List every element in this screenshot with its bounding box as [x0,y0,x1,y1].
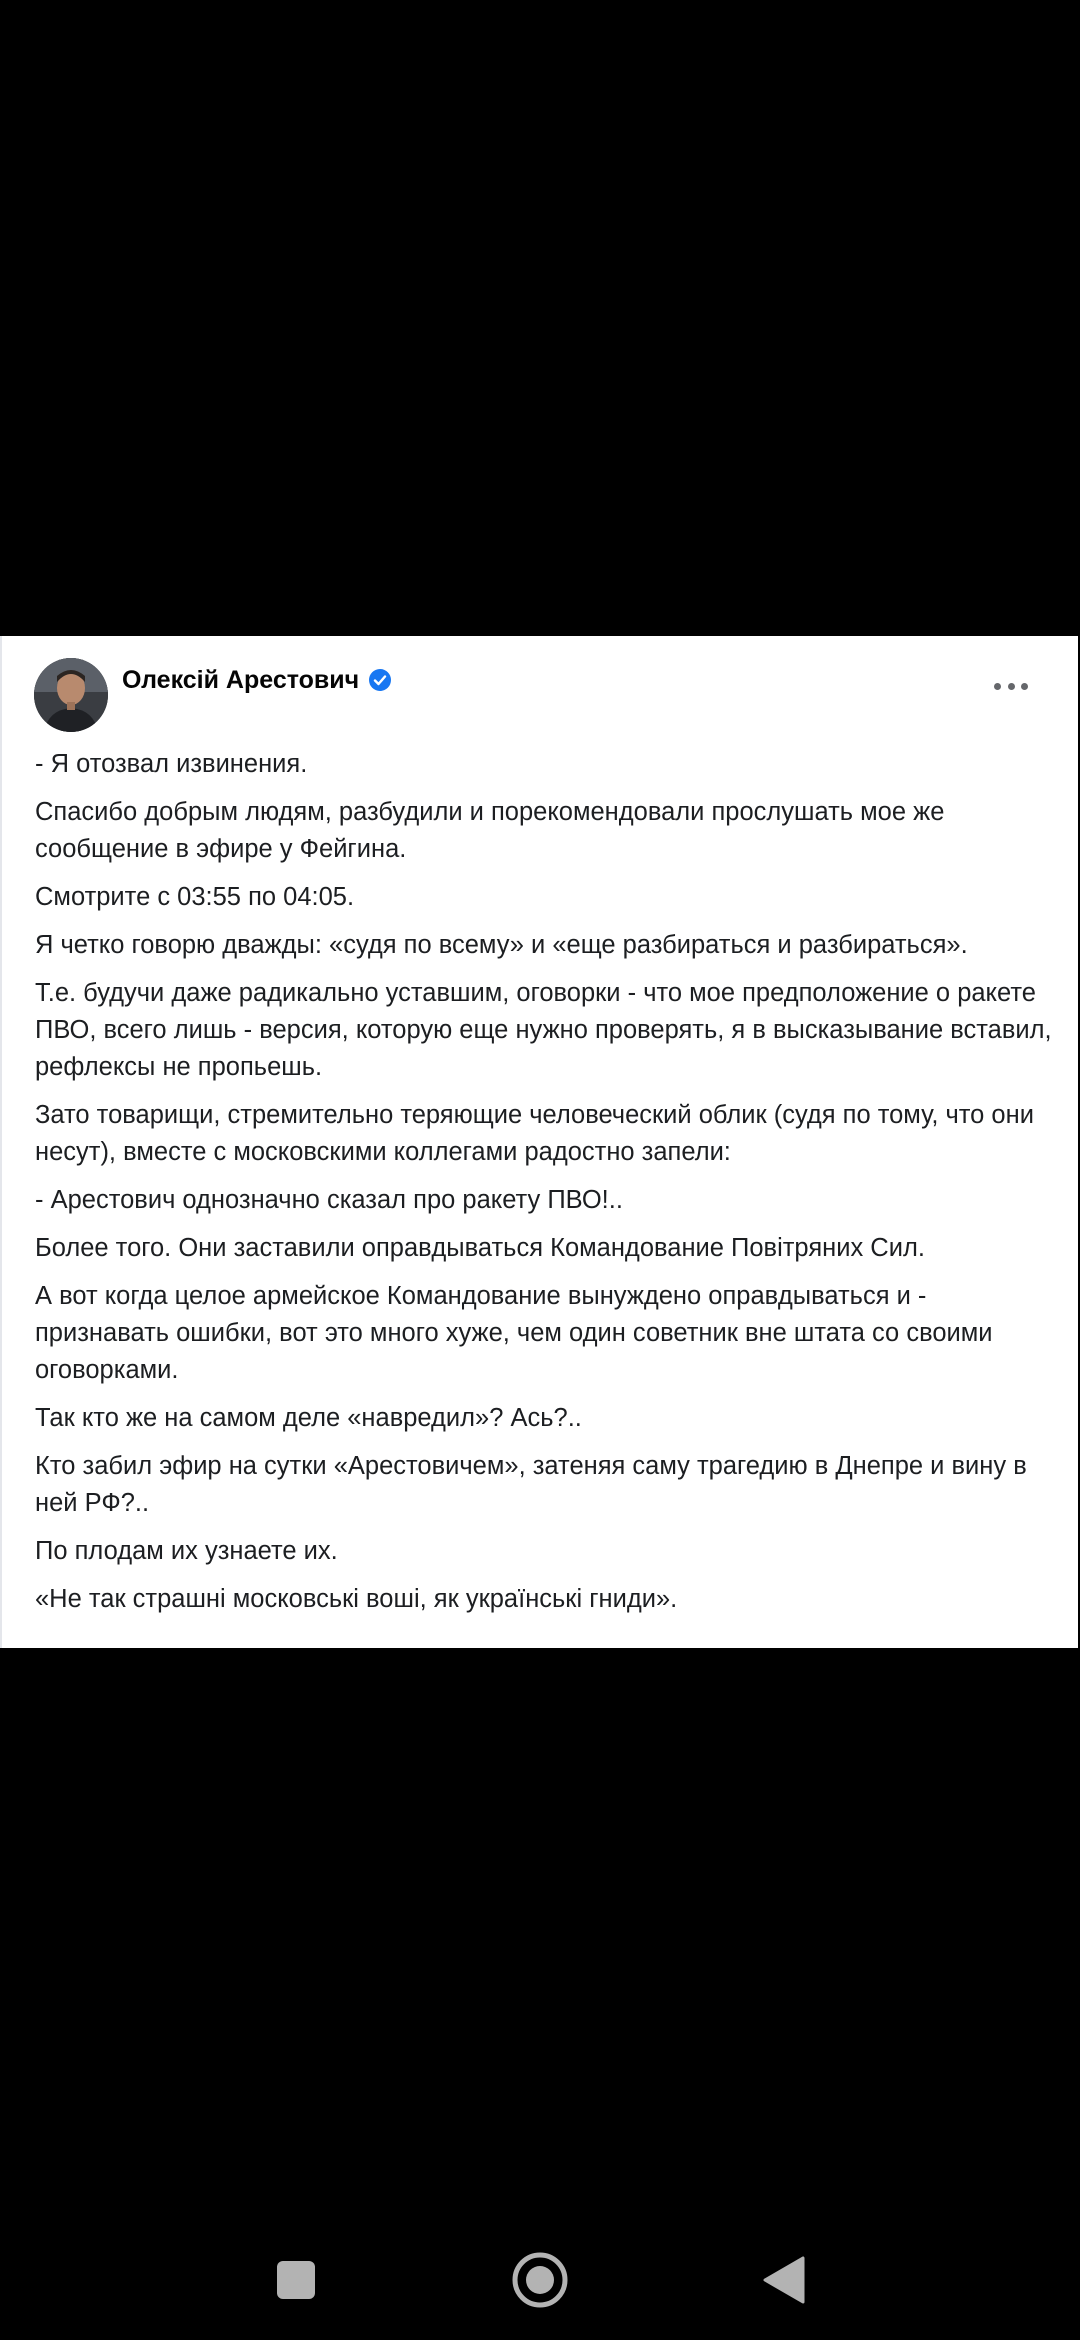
post-text: - Я отозвал извинения. Спасибо добрым лю… [35,746,1055,1629]
post-header: Олексій Арестович [122,660,392,700]
post-paragraph: Зато товарищи, стремительно теряющие чел… [35,1101,1034,1166]
back-triangle-icon[interactable] [744,2240,824,2320]
post-paragraph: Т.е. будучи даже радикально уставшим, ог… [35,979,1052,1081]
post-paragraph: А вот когда целое армейское Командование… [35,1282,993,1384]
home-circle-icon[interactable] [500,2240,580,2320]
more-options-icon[interactable] [994,674,1028,698]
recents-square-icon[interactable] [256,2240,336,2320]
avatar-image [34,658,108,732]
author-name[interactable]: Олексій Арестович [122,666,359,695]
post-paragraph: По плодам их узнаете их. [35,1537,338,1565]
post-paragraph: Так кто же на самом деле «навредил»? Ась… [35,1404,582,1432]
verified-badge-icon [369,669,392,691]
post-paragraph: Спасибо добрым людям, разбудили и пореко… [35,798,945,863]
post-paragraph: Более того. Они заставили оправдываться … [35,1234,925,1262]
post-paragraph: Кто забил эфир на сутки «Арестовичем», з… [35,1452,1027,1517]
post-paragraph: Смотрите с 03:55 по 04:05. [35,883,355,911]
post-paragraph: - Я отозвал извинения. [35,750,308,778]
android-navigation-bar [0,2220,1080,2330]
post-paragraph: «Не так страшні московські воші, як укра… [35,1585,678,1613]
author-avatar[interactable] [34,658,108,732]
post-paragraph: Я четко говорю дважды: «судя по всему» и… [35,931,968,959]
post-paragraph: - Арестович однозначно сказал про ракету… [35,1186,623,1214]
facebook-post-card: Олексій Арестович - Я отозвал извинения.… [0,636,1078,1648]
